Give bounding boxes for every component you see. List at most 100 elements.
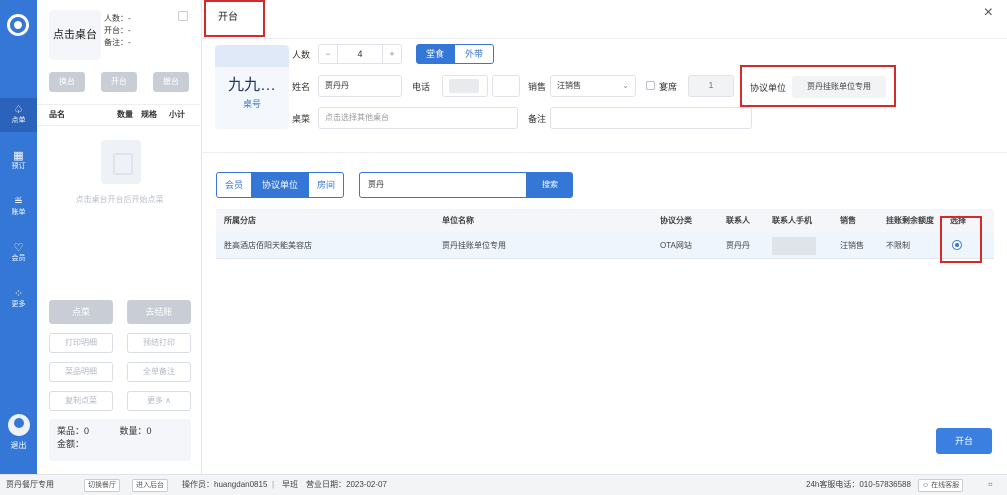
chevron-down-icon: ⌄ [622, 81, 629, 90]
copy-order-button[interactable]: 复制点菜 [49, 391, 113, 411]
th-limit: 挂账剩余额度 [886, 216, 934, 225]
tab-room[interactable]: 房间 [308, 172, 344, 198]
dish-table-field[interactable]: 点击选择其他桌台 [318, 107, 518, 129]
col-spec: 规格 [141, 110, 157, 119]
name-label: 姓名 [292, 82, 311, 92]
service-hotline: 24h客服电话：010-57836588 [806, 480, 911, 489]
chat-icon: ☺ [922, 482, 932, 489]
print-detail-button[interactable]: 打印明细 [49, 333, 113, 353]
banquet-checkbox[interactable] [646, 81, 655, 90]
order-remark-button[interactable]: 全单备注 [127, 362, 191, 382]
pre-print-button[interactable]: 预结打印 [127, 333, 191, 353]
agreement-label: 协议单位 [750, 83, 787, 93]
dish-label: 桌菜 [292, 114, 311, 124]
close-icon[interactable]: × [984, 4, 993, 22]
open-table-submit-button[interactable]: 开台 [936, 428, 992, 454]
dish-detail-button[interactable]: 菜品明细 [49, 362, 113, 382]
tab-member[interactable]: 会员 [216, 172, 252, 198]
dish-icon: ♤ [13, 104, 24, 116]
calendar-icon: ▦ [13, 150, 24, 162]
order-list-header: 品名 数量 规格 小计 [37, 104, 202, 126]
nav-more[interactable]: ⁘ 更多 [0, 288, 37, 309]
business-date: 营业日期：2023-02-07 [306, 480, 387, 489]
select-column-highlight [940, 216, 982, 263]
th-unit: 单位名称 [442, 216, 474, 225]
th-sales: 销售 [840, 216, 856, 225]
online-service-button[interactable]: ☺ 在线客服 [918, 479, 964, 492]
table-checkbox[interactable] [178, 11, 188, 21]
cell-category: OTA网站 [660, 241, 692, 250]
store-name: 贾丹餐厅专用 [6, 480, 54, 489]
avatar [7, 414, 30, 436]
nav-reserve[interactable]: ▦ 预订 [0, 150, 37, 171]
phone-ext-field[interactable] [492, 75, 520, 97]
logout-button[interactable]: 退出 [0, 414, 37, 451]
search-input[interactable]: 贾丹 [359, 172, 527, 198]
people-minus-button[interactable]: − [319, 45, 337, 63]
agreement-unit-field[interactable]: 贾丹挂账单位专用 [792, 76, 886, 98]
nav-order[interactable]: ♤ 点单 [0, 98, 37, 132]
summary-amount: 金额： [57, 439, 85, 449]
section-divider [202, 152, 1007, 153]
selected-table-card[interactable]: 点击桌台 [49, 10, 101, 60]
th-branch: 所属分店 [224, 216, 256, 225]
tab-agreement-unit[interactable]: 协议单位 [252, 172, 308, 198]
nav-rail: ♤ 点单 ▦ 预订 ≝ 账单 ♡ 会员 ⁘ 更多 退出 [0, 0, 37, 474]
dine-in-option[interactable]: 堂食 [416, 44, 454, 64]
nav-member[interactable]: ♡ 会员 [0, 242, 37, 263]
empty-list-icon [101, 140, 141, 184]
member-icon: ♡ [13, 242, 24, 254]
order-dish-button[interactable]: 点菜 [49, 300, 113, 324]
table-info: 人数：- 开台：- 备注：- [104, 13, 131, 49]
search-button[interactable]: 搜索 [527, 172, 573, 198]
col-name: 品名 [49, 110, 65, 119]
people-plus-button[interactable]: + [383, 45, 401, 63]
title-divider [202, 38, 1007, 39]
app-logo-icon [7, 14, 29, 36]
nav-more-label: 更多 [11, 301, 26, 308]
cell-contact: 贾丹丹 [726, 241, 750, 250]
th-contact-phone: 联系人手机 [772, 216, 812, 225]
table-name: 点击桌台 [53, 29, 97, 41]
order-panel: 点击桌台 人数：- 开台：- 备注：- 换台 开台 撤台 品名 数量 规格 小计… [37, 0, 202, 474]
remark-field[interactable] [550, 107, 752, 129]
cell-unit: 贾丹挂账单位专用 [442, 241, 506, 250]
name-field[interactable]: 贾丹丹 [318, 75, 402, 97]
row-select-radio[interactable] [952, 240, 962, 250]
banquet-label: 宴席 [659, 82, 678, 92]
table-number-label: 桌号 [242, 99, 261, 109]
open-table-button[interactable]: 开台 [101, 72, 137, 92]
switch-store-button[interactable]: 切换餐厅 [84, 479, 120, 492]
summary-items: 菜品：0 [57, 426, 90, 436]
dialog-title: 开台 [204, 0, 265, 37]
enter-backend-button[interactable]: 进入后台 [132, 479, 168, 492]
change-table-button[interactable]: 换台 [49, 72, 85, 92]
info-remark: 备注：- [104, 38, 131, 47]
cell-contact-phone [772, 233, 816, 259]
more-icon: ⁘ [13, 288, 24, 300]
table-row[interactable]: 胜高酒店佰阳天能美容店 贾丹挂账单位专用 OTA网站 贾丹丹 汪销售 不限制 [216, 233, 994, 259]
phone-field[interactable] [442, 75, 488, 97]
nav-reserve-label: 预订 [11, 163, 26, 170]
checkout-button[interactable]: 去结账 [127, 300, 191, 324]
info-open: 开台：- [104, 26, 131, 35]
empty-list-text: 点击桌台开台后开始点菜 [75, 195, 164, 204]
takeaway-option[interactable]: 外带 [454, 44, 494, 64]
cancel-table-button[interactable]: 撤台 [153, 72, 189, 92]
info-people: 人数：- [104, 14, 131, 23]
banquet-count-field[interactable]: 1 [688, 75, 734, 97]
remark-label: 备注 [528, 114, 547, 124]
nav-bill[interactable]: ≝ 账单 [0, 196, 37, 217]
more-actions-button[interactable]: 更多 ∧ [127, 391, 191, 411]
screenshot-icon[interactable]: ⌗ [988, 475, 993, 495]
bill-icon: ≝ [13, 196, 24, 208]
table-card-header [215, 45, 289, 67]
phone-redacted [772, 237, 816, 255]
people-count[interactable]: 4 [337, 45, 383, 63]
cell-sales: 汪销售 [840, 241, 864, 250]
sales-value: 汪销售 [557, 81, 581, 90]
col-qty: 数量 [117, 110, 133, 119]
people-stepper: − 4 + [318, 44, 402, 64]
sales-select[interactable]: 汪销售 ⌄ [550, 75, 636, 97]
cell-limit: 不限制 [886, 241, 910, 250]
